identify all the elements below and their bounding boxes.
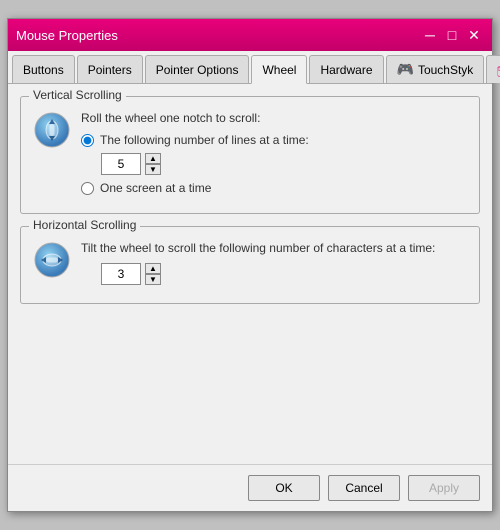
vertical-scrolling-legend: Vertical Scrolling (29, 88, 126, 102)
tab-buttons-label: Buttons (23, 63, 64, 77)
minimize-button[interactable]: ─ (420, 25, 440, 45)
tab-touchstyk-label: TouchStyk (418, 63, 473, 77)
title-bar-controls: ─ □ ✕ (420, 25, 484, 45)
chars-spinner-row: ▲ ▼ (101, 263, 467, 285)
tab-wheel-label: Wheel (262, 63, 296, 77)
lines-radio[interactable] (81, 134, 94, 147)
lines-spinner-input[interactable] (101, 153, 141, 175)
tilt-label: Tilt the wheel to scroll the following n… (81, 241, 467, 255)
vertical-scroll-icon (33, 111, 71, 149)
tab-pointer-options[interactable]: Pointer Options (145, 55, 250, 83)
tab-hardware[interactable]: Hardware (309, 55, 383, 83)
vertical-scrolling-inner: Roll the wheel one notch to scroll: The … (33, 111, 467, 201)
tabs-bar: Buttons Pointers Pointer Options Wheel H… (8, 51, 492, 84)
tab-touchpad[interactable]: 🖱 TouchPad (486, 55, 500, 83)
dialog-footer: OK Cancel Apply (8, 464, 492, 511)
tab-pointers[interactable]: Pointers (77, 55, 143, 83)
chars-spinner-buttons: ▲ ▼ (145, 263, 161, 285)
chars-spinner-input[interactable] (101, 263, 141, 285)
screen-radio[interactable] (81, 182, 94, 195)
tab-buttons[interactable]: Buttons (12, 55, 75, 83)
lines-radio-label: The following number of lines at a time: (100, 133, 309, 147)
lines-increment-button[interactable]: ▲ (145, 153, 161, 164)
chars-decrement-button[interactable]: ▼ (145, 274, 161, 285)
mouse-properties-window: Mouse Properties ─ □ ✕ Buttons Pointers … (7, 18, 493, 512)
screen-radio-label: One screen at a time (100, 181, 211, 195)
roll-label: Roll the wheel one notch to scroll: (81, 111, 467, 125)
horizontal-scroll-icon (33, 241, 71, 279)
cancel-button[interactable]: Cancel (328, 475, 400, 501)
close-button[interactable]: ✕ (464, 25, 484, 45)
horizontal-scrolling-group: Horizontal Scrolling (20, 226, 480, 304)
lines-radio-row: The following number of lines at a time: (81, 133, 467, 147)
chars-increment-button[interactable]: ▲ (145, 263, 161, 274)
vertical-scrolling-group: Vertical Scrolling (20, 96, 480, 214)
lines-spinner-buttons: ▲ ▼ (145, 153, 161, 175)
lines-spinner-row: ▲ ▼ (101, 153, 467, 175)
screen-radio-row: One screen at a time (81, 181, 467, 195)
vertical-scrolling-options: Roll the wheel one notch to scroll: The … (81, 111, 467, 201)
tab-touchstyk[interactable]: 🎮 TouchStyk (386, 55, 485, 83)
lines-decrement-button[interactable]: ▼ (145, 164, 161, 175)
tab-wheel[interactable]: Wheel (251, 55, 307, 84)
apply-button[interactable]: Apply (408, 475, 480, 501)
maximize-button[interactable]: □ (442, 25, 462, 45)
horizontal-scrolling-options: Tilt the wheel to scroll the following n… (81, 241, 467, 291)
title-bar: Mouse Properties ─ □ ✕ (8, 19, 492, 51)
horizontal-scrolling-legend: Horizontal Scrolling (29, 218, 140, 232)
horizontal-scrolling-inner: Tilt the wheel to scroll the following n… (33, 241, 467, 291)
tab-content: Vertical Scrolling (8, 84, 492, 464)
tab-hardware-label: Hardware (320, 63, 372, 77)
tab-pointers-label: Pointers (88, 63, 132, 77)
ok-button[interactable]: OK (248, 475, 320, 501)
window-title: Mouse Properties (16, 28, 118, 43)
touchstyk-icon: 🎮 (397, 61, 414, 78)
tab-pointer-options-label: Pointer Options (156, 63, 239, 77)
